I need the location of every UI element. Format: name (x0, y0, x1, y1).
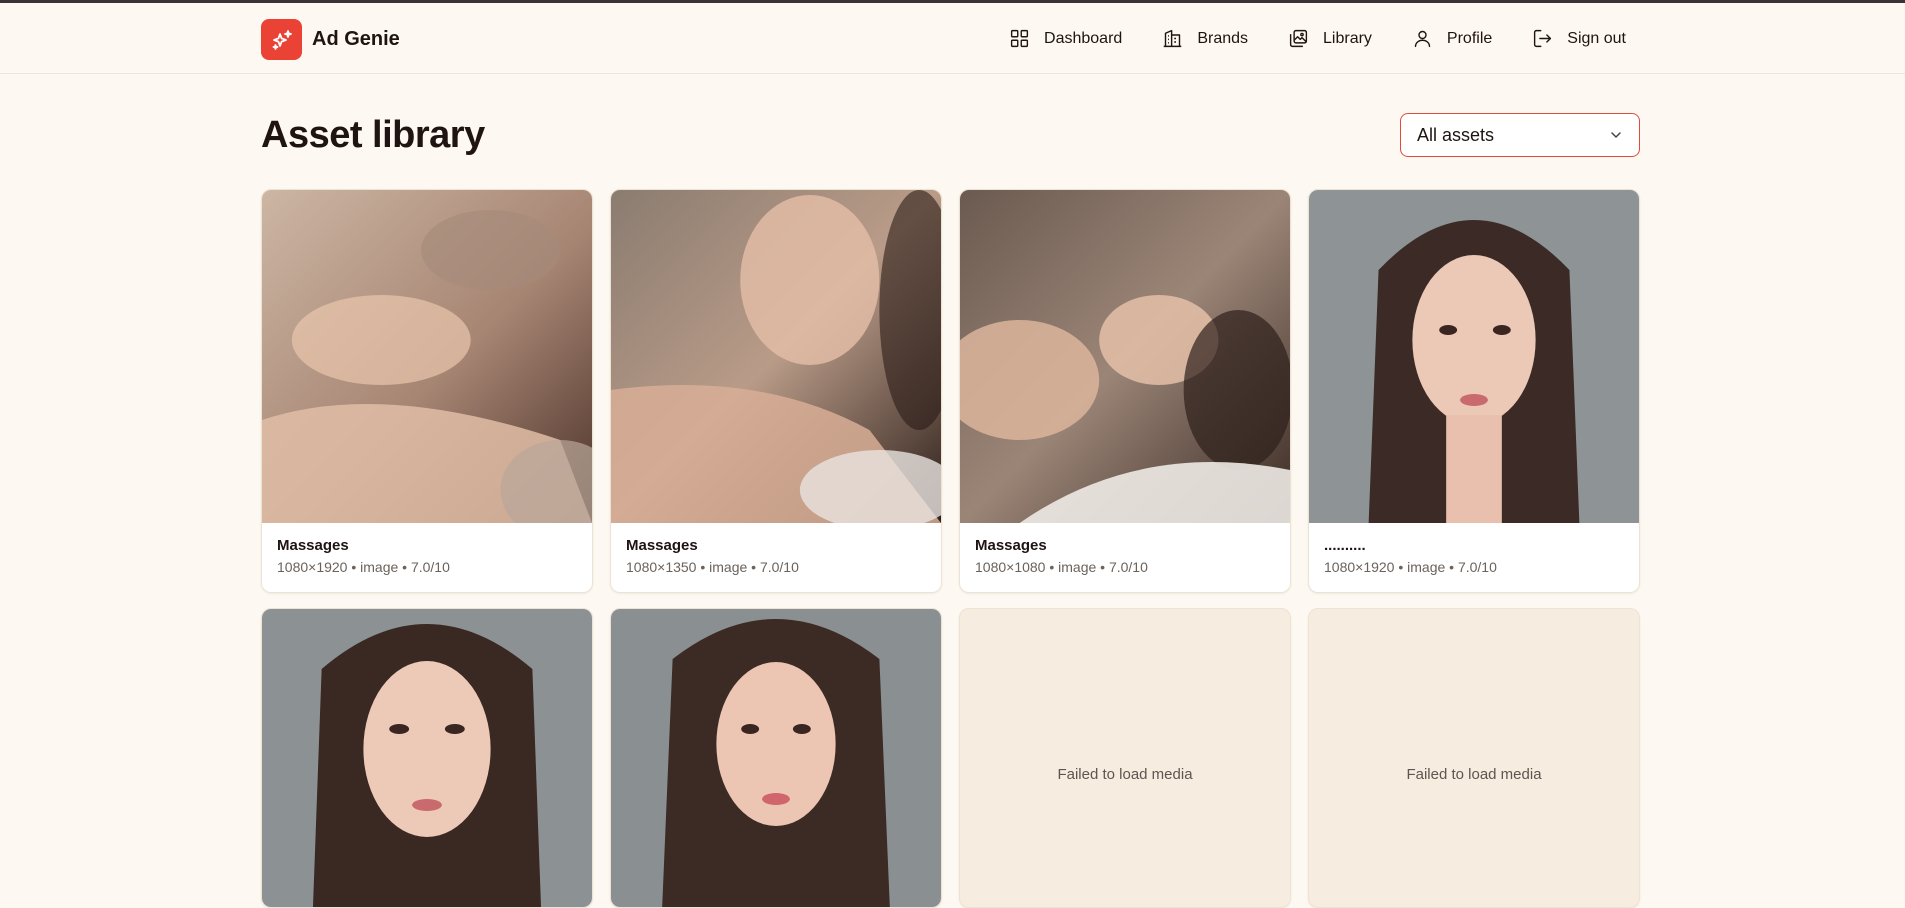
asset-meta: Massages 1080×1920 • image • 7.0/10 (262, 523, 592, 590)
main-nav: Dashboard Brands Library Profile Sign ou… (1009, 28, 1626, 49)
nav-dashboard[interactable]: Dashboard (1009, 28, 1122, 49)
asset-filter-value: All assets (1417, 124, 1495, 145)
sparkle-logo-icon (261, 19, 302, 60)
nav-sign-out[interactable]: Sign out (1532, 28, 1626, 49)
asset-thumbnail (262, 609, 592, 907)
building-icon (1164, 29, 1182, 48)
sign-out-icon (1534, 29, 1552, 48)
asset-card-failed[interactable]: Failed to load media (959, 608, 1291, 908)
asset-card[interactable]: .......... 1080×1920 • image • 7.0/10 (1308, 189, 1640, 593)
nav-library-label: Library (1323, 29, 1372, 47)
brand-name: Ad Genie (312, 28, 400, 50)
top-navbar: Ad Genie Dashboard Brands Library Profil… (0, 3, 1905, 74)
asset-title: Massages (626, 537, 698, 554)
chevron-down-icon (1611, 132, 1621, 138)
asset-details: 1080×1080 • image • 7.0/10 (975, 559, 1148, 575)
grid-icon (1010, 29, 1029, 48)
asset-card[interactable]: Massages 1080×1080 • image • 7.0/10 (959, 189, 1291, 593)
asset-thumbnail (262, 190, 592, 523)
images-icon (1289, 29, 1308, 48)
user-icon (1414, 30, 1431, 48)
asset-title: .......... (1324, 537, 1366, 554)
nav-profile[interactable]: Profile (1412, 28, 1492, 49)
asset-meta: .......... 1080×1920 • image • 7.0/10 (1309, 523, 1639, 590)
nav-brands[interactable]: Brands (1162, 28, 1248, 49)
asset-details: 1080×1920 • image • 7.0/10 (277, 559, 450, 575)
failed-media-message: Failed to load media (1057, 766, 1193, 783)
asset-title: Massages (975, 537, 1047, 554)
asset-thumbnail (960, 190, 1290, 523)
asset-card[interactable] (610, 608, 942, 908)
asset-details: 1080×1920 • image • 7.0/10 (1324, 559, 1497, 575)
asset-details: 1080×1350 • image • 7.0/10 (626, 559, 799, 575)
nav-profile-label: Profile (1446, 29, 1493, 47)
asset-thumbnail (1309, 190, 1639, 523)
nav-dashboard-label: Dashboard (1044, 29, 1123, 47)
asset-card[interactable] (261, 608, 593, 908)
asset-meta: Massages 1080×1080 • image • 7.0/10 (960, 523, 1290, 590)
asset-card[interactable]: Massages 1080×1920 • image • 7.0/10 (261, 189, 593, 593)
brand[interactable]: Ad Genie (261, 19, 400, 60)
nav-brands-label: Brands (1197, 29, 1249, 47)
asset-filter-select[interactable]: All assets (1400, 113, 1640, 157)
asset-title: Massages (277, 537, 349, 554)
asset-thumbnail (611, 190, 941, 523)
asset-card-failed[interactable]: Failed to load media (1308, 608, 1640, 908)
asset-thumbnail (611, 609, 941, 907)
page-title: Asset library (261, 114, 485, 156)
nav-sign-out-label: Sign out (1567, 29, 1626, 47)
failed-media-message: Failed to load media (1406, 766, 1542, 783)
asset-card[interactable]: Massages 1080×1350 • image • 7.0/10 (610, 189, 942, 593)
nav-library[interactable]: Library (1288, 28, 1372, 49)
asset-meta: Massages 1080×1350 • image • 7.0/10 (611, 523, 941, 590)
